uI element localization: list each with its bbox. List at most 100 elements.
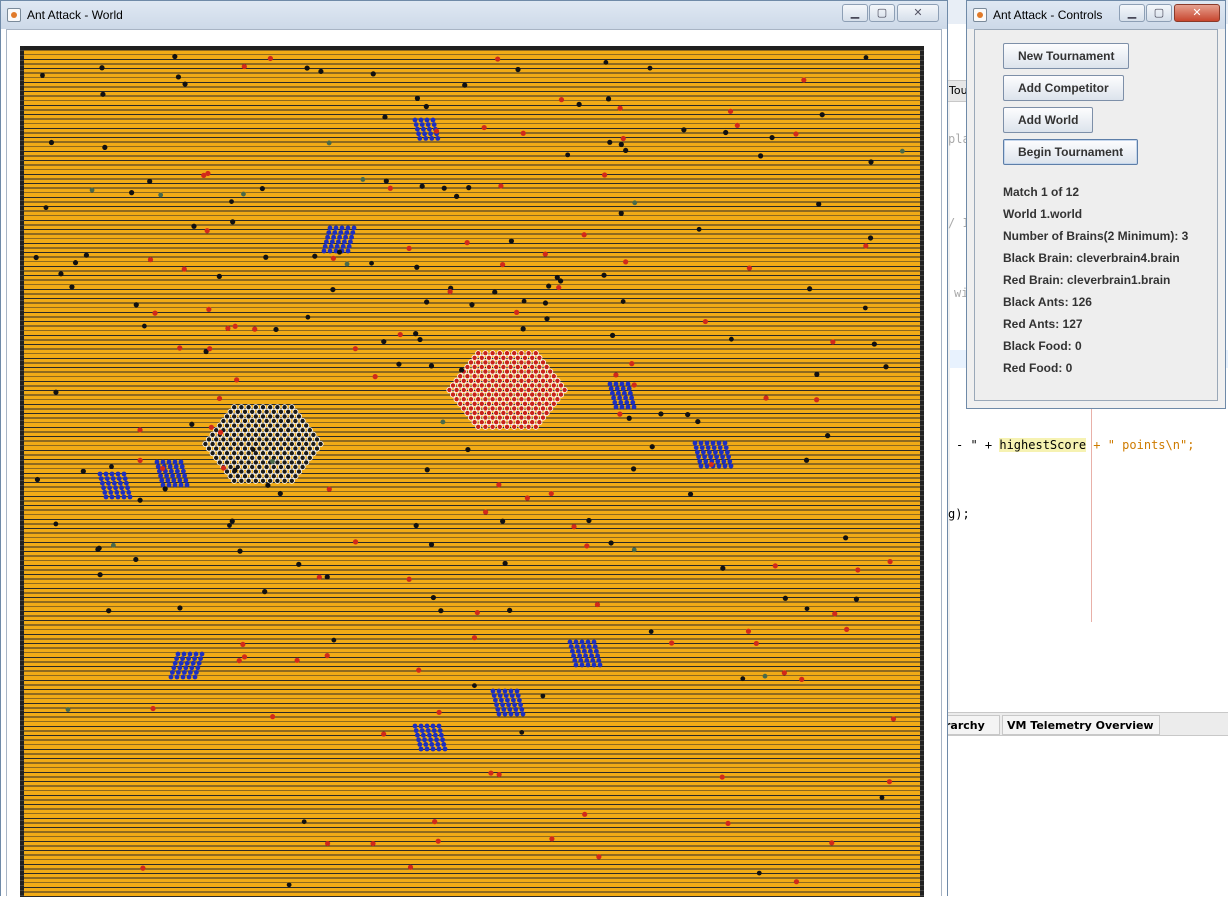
black-anthill-cell bbox=[274, 404, 281, 411]
red-anthill-cell bbox=[536, 391, 543, 398]
maximize-button[interactable]: ▢ bbox=[1146, 4, 1172, 22]
begin-tournament-button[interactable]: Begin Tournament bbox=[1003, 139, 1139, 165]
black-anthill-cell bbox=[288, 440, 295, 447]
food-cell bbox=[173, 464, 179, 469]
black-anthill-cell bbox=[299, 417, 306, 424]
black-ant bbox=[462, 82, 468, 88]
red-anthill-cell bbox=[543, 382, 550, 389]
close-button[interactable]: ✕ bbox=[897, 4, 939, 22]
black-anthill-cell bbox=[256, 436, 263, 443]
black-anthill-cell bbox=[281, 431, 288, 438]
minimize-button[interactable]: ▁ bbox=[1119, 4, 1145, 22]
food-cell bbox=[625, 381, 631, 387]
red-anthill-cell bbox=[511, 359, 518, 366]
food-cell bbox=[351, 225, 357, 231]
black-anthill-cell bbox=[263, 463, 270, 470]
red-anthill-cell bbox=[550, 382, 557, 389]
black-anthill-cell bbox=[245, 459, 252, 466]
red-anthill-cell bbox=[532, 368, 539, 375]
food-cell bbox=[425, 122, 431, 127]
add-competitor-button[interactable]: Add Competitor bbox=[1003, 75, 1124, 101]
black-anthill-cell bbox=[223, 440, 230, 447]
food-cell bbox=[435, 136, 441, 141]
black-anthill-cell bbox=[277, 463, 284, 470]
red-anthill-cell bbox=[496, 414, 503, 421]
black-ant bbox=[259, 185, 265, 192]
match-label: Match 1 of 12 bbox=[1003, 185, 1080, 199]
food-cell bbox=[430, 723, 436, 729]
black-anthill-cell bbox=[277, 408, 284, 415]
red-ant bbox=[267, 55, 273, 62]
food-cell bbox=[106, 480, 111, 486]
food-cell bbox=[583, 653, 588, 659]
red-anthill-cell bbox=[478, 354, 485, 361]
red-ant bbox=[181, 266, 187, 272]
food-cell bbox=[513, 707, 519, 712]
add-world-button[interactable]: Add World bbox=[1003, 107, 1094, 133]
red-ant bbox=[571, 524, 577, 530]
black-ant bbox=[685, 411, 691, 418]
black-ant bbox=[304, 65, 310, 71]
tab-hierarchy[interactable]: rarchy bbox=[940, 715, 1000, 735]
black-anthill-cell bbox=[267, 440, 274, 447]
controls-titlebar[interactable]: Ant Attack - Controls ▁ ▢ ✕ bbox=[967, 1, 1225, 29]
food-cell bbox=[708, 454, 713, 460]
black-anthill-cell bbox=[220, 445, 227, 452]
black-anthill-cell bbox=[252, 440, 259, 447]
red-anthill-cell bbox=[518, 396, 525, 403]
black-anthill-cell bbox=[310, 450, 317, 457]
red-ant bbox=[464, 240, 470, 246]
food-cell bbox=[567, 639, 573, 645]
black-anthill-cell bbox=[227, 427, 234, 434]
food-cell bbox=[722, 463, 728, 469]
red-anthill-cell bbox=[532, 405, 539, 412]
black-ant bbox=[430, 594, 437, 601]
red-anthill-cell bbox=[518, 414, 525, 421]
close-button[interactable]: ✕ bbox=[1174, 4, 1220, 22]
black-ant bbox=[428, 541, 435, 548]
java-app-icon bbox=[7, 8, 21, 22]
black-anthill-cell bbox=[227, 473, 234, 480]
food-cell bbox=[104, 476, 110, 481]
black-ant bbox=[48, 139, 55, 146]
food-cell bbox=[113, 485, 118, 491]
food-cell bbox=[121, 494, 127, 500]
red-ant bbox=[793, 131, 799, 137]
food-cell bbox=[422, 131, 427, 137]
red-anthill-cell bbox=[478, 400, 485, 407]
red-anthill-cell bbox=[518, 359, 525, 366]
black-anthill-cell bbox=[234, 454, 241, 461]
red-anthill-cell bbox=[489, 386, 496, 393]
black-anthill-cell bbox=[238, 440, 245, 447]
maximize-button[interactable]: ▢ bbox=[869, 4, 895, 22]
black-ant bbox=[396, 361, 402, 367]
red-anthill-cell bbox=[525, 350, 532, 357]
food-cell bbox=[574, 644, 580, 649]
minimize-button[interactable]: ▁ bbox=[842, 4, 868, 22]
black-anthill-cell bbox=[259, 468, 266, 475]
food-cell bbox=[576, 648, 581, 654]
black-anthill-cell bbox=[213, 436, 220, 443]
red-anthill-cell bbox=[514, 400, 521, 407]
red-anthill-cell bbox=[511, 405, 518, 412]
food-cell bbox=[578, 658, 584, 663]
red-anthill-cell bbox=[471, 391, 478, 398]
black-anthill-cell bbox=[274, 450, 281, 457]
black-anthill-cell bbox=[295, 450, 302, 457]
food-cell bbox=[345, 225, 351, 231]
black-anthill-cell bbox=[277, 454, 284, 461]
food-cell bbox=[442, 746, 448, 752]
black-anthill-cell bbox=[209, 431, 216, 438]
world-board[interactable] bbox=[20, 46, 924, 897]
red-anthill-cell bbox=[478, 391, 485, 398]
tab-vm-telemetry[interactable]: VM Telemetry Overview bbox=[1002, 715, 1160, 735]
red-anthill-cell bbox=[503, 396, 510, 403]
red-anthill-cell bbox=[525, 414, 532, 421]
red-anthill-cell bbox=[529, 409, 536, 416]
black-ant bbox=[413, 522, 419, 529]
new-tournament-button[interactable]: New Tournament bbox=[1003, 43, 1130, 69]
world-titlebar[interactable]: Ant Attack - World ▁ ▢ ✕ bbox=[1, 1, 947, 29]
black-anthill-cell bbox=[231, 450, 238, 457]
black-ant bbox=[318, 68, 324, 75]
red-anthill-cell bbox=[561, 386, 568, 393]
